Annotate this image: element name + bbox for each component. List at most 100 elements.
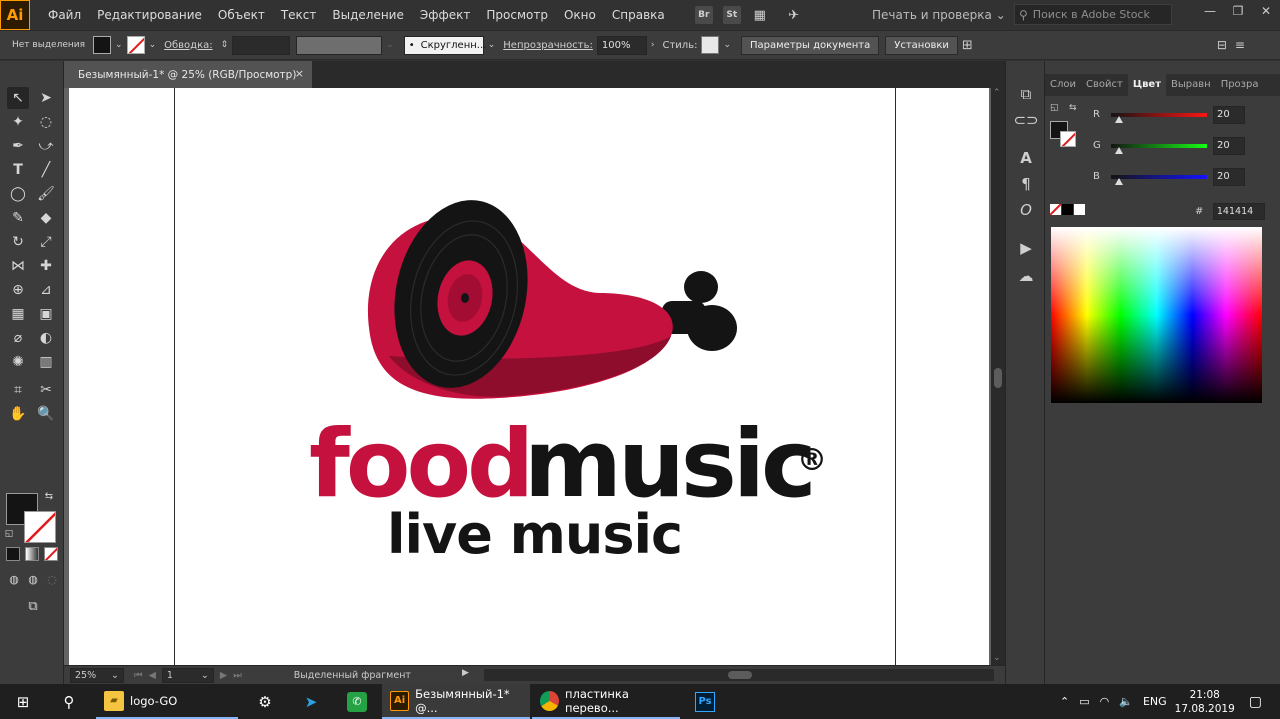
- black-swatch[interactable]: [1062, 204, 1073, 215]
- stroke-swatch[interactable]: [126, 36, 145, 54]
- photoshop-icon[interactable]: Ps: [682, 684, 728, 719]
- tab-align[interactable]: Выравн: [1166, 74, 1216, 96]
- blue-thumb[interactable]: [1115, 178, 1123, 185]
- canvas-area[interactable]: food music ® live music: [64, 88, 991, 665]
- green-track[interactable]: [1111, 144, 1207, 148]
- none-mode-icon[interactable]: [44, 547, 58, 561]
- vertical-scrollbar[interactable]: ⌃ ⌄: [991, 88, 1005, 665]
- clock[interactable]: 21:08 17.08.2019: [1175, 688, 1235, 716]
- pen-tool-icon[interactable]: ✒: [7, 135, 29, 157]
- direct-selection-tool-icon[interactable]: ➤: [35, 87, 57, 109]
- links-panel-icon[interactable]: ⊂⊃: [1013, 109, 1038, 131]
- draw-behind-icon[interactable]: ◍: [25, 571, 41, 587]
- chevron-down-icon[interactable]: ⌄: [149, 40, 157, 50]
- preferences-button[interactable]: Установки: [885, 35, 958, 55]
- white-swatch[interactable]: [1074, 204, 1085, 215]
- width-tool-icon[interactable]: ⋈: [7, 255, 29, 277]
- align-icon[interactable]: ⊟: [1217, 38, 1227, 52]
- artboard-tool-icon[interactable]: ⌗: [7, 379, 29, 401]
- taskbar-app-chrome[interactable]: пластинка перево...: [532, 684, 680, 719]
- character-panel-icon[interactable]: A: [1015, 147, 1037, 169]
- draw-inside-icon[interactable]: ◌: [44, 571, 60, 587]
- chevron-right-icon[interactable]: ›: [651, 40, 655, 50]
- search-icon[interactable]: ⚲: [46, 684, 92, 719]
- fill-swatch[interactable]: [93, 36, 112, 54]
- hand-tool-icon[interactable]: ✋: [7, 403, 29, 425]
- red-slider[interactable]: R 20: [1093, 106, 1280, 126]
- status-menu-icon[interactable]: ▶: [462, 668, 469, 678]
- paragraph-panel-icon[interactable]: ¶: [1015, 173, 1037, 195]
- menu-file[interactable]: Файл: [40, 0, 89, 30]
- menu-object[interactable]: Объект: [210, 0, 273, 30]
- minimize-icon[interactable]: —: [1196, 0, 1224, 22]
- chevron-down-icon[interactable]: ⌄: [115, 40, 123, 50]
- chevron-up-icon[interactable]: ⌃: [1060, 695, 1069, 708]
- next-artboard-icon[interactable]: ▶: [220, 670, 227, 681]
- whatsapp-icon[interactable]: ✆: [334, 684, 380, 719]
- chevron-down-icon[interactable]: ⌄: [723, 40, 731, 50]
- opacity-label[interactable]: Непрозрачность:: [503, 40, 593, 51]
- menu-text[interactable]: Текст: [273, 0, 325, 30]
- libraries-panel-icon[interactable]: ☁: [1015, 265, 1037, 287]
- eraser-tool-icon[interactable]: ◆: [35, 207, 57, 229]
- arrange-documents-icon[interactable]: ▦: [751, 6, 769, 24]
- stroke-stepper[interactable]: ⇕: [221, 40, 229, 50]
- shape-builder-tool-icon[interactable]: ⊕: [7, 279, 29, 301]
- document-setup-button[interactable]: Параметры документа: [741, 35, 880, 55]
- ham-record-logo[interactable]: [69, 88, 989, 665]
- perspective-grid-tool-icon[interactable]: ⊿: [35, 279, 57, 301]
- bridge-button[interactable]: Br: [694, 6, 713, 24]
- artboard-field[interactable]: 1 ⌄: [161, 667, 214, 683]
- actions-panel-icon[interactable]: ▶: [1015, 237, 1037, 259]
- last-artboard-icon[interactable]: ⏭: [233, 670, 242, 681]
- workspace-switcher[interactable]: Печать и проверка ⌄: [872, 0, 1006, 30]
- scroll-up-icon[interactable]: ⌃: [993, 88, 1001, 98]
- horizontal-scrollbar[interactable]: [484, 669, 994, 681]
- line-tool-icon[interactable]: ╱: [35, 159, 57, 181]
- logo-text-food[interactable]: food: [309, 418, 534, 512]
- selection-tool-icon[interactable]: ↖: [7, 87, 29, 109]
- slice-tool-icon[interactable]: ✂: [35, 379, 57, 401]
- stroke-weight-field[interactable]: [232, 35, 291, 55]
- blue-value-field[interactable]: 20: [1213, 168, 1245, 186]
- menu-select[interactable]: Выделение: [324, 0, 411, 30]
- paintbrush-tool-icon[interactable]: 🖌: [35, 183, 57, 205]
- curvature-tool-icon[interactable]: ⤻: [35, 135, 57, 157]
- language-indicator[interactable]: ENG: [1143, 695, 1167, 708]
- symbol-sprayer-tool-icon[interactable]: ✺: [7, 351, 29, 373]
- first-artboard-icon[interactable]: ⏮: [134, 670, 143, 681]
- gradient-mode-icon[interactable]: [25, 547, 39, 561]
- scroll-down-icon[interactable]: ⌄: [993, 653, 1001, 663]
- battery-icon[interactable]: ▭: [1079, 695, 1089, 708]
- arrange-icon[interactable]: ⊞: [962, 38, 973, 53]
- blue-slider[interactable]: B 20: [1093, 168, 1280, 188]
- document-tab[interactable]: Безымянный-1* @ 25% (RGB/Просмотр) ×: [64, 61, 312, 88]
- stock-button[interactable]: St: [722, 6, 741, 24]
- close-icon[interactable]: ✕: [1252, 0, 1280, 22]
- menu-effect[interactable]: Эффект: [412, 0, 479, 30]
- previous-artboard-icon[interactable]: ◀: [149, 670, 156, 681]
- blue-track[interactable]: [1111, 175, 1207, 179]
- variable-width-field[interactable]: [296, 35, 383, 55]
- red-thumb[interactable]: [1115, 116, 1123, 123]
- ellipse-tool-icon[interactable]: ◯: [7, 183, 29, 205]
- close-tab-icon[interactable]: ×: [295, 67, 304, 80]
- vertical-scroll-thumb[interactable]: [994, 368, 1002, 388]
- type-tool-icon[interactable]: T: [7, 159, 29, 181]
- windows-start-icon[interactable]: ⊞: [0, 684, 46, 719]
- eyedropper-tool-icon[interactable]: ⌀: [7, 327, 29, 349]
- artboards-panel-icon[interactable]: ⧉: [1015, 83, 1037, 105]
- menu-view[interactable]: Просмотр: [478, 0, 556, 30]
- menu-edit[interactable]: Редактирование: [89, 0, 210, 30]
- green-value-field[interactable]: 20: [1213, 137, 1245, 155]
- stroke-label[interactable]: Обводка:: [164, 40, 213, 51]
- opacity-field[interactable]: 100%: [596, 35, 647, 55]
- color-spectrum[interactable]: [1051, 227, 1262, 403]
- draw-normal-icon[interactable]: ◍: [6, 571, 22, 587]
- lasso-tool-icon[interactable]: ◌: [35, 111, 57, 133]
- horizontal-scroll-thumb[interactable]: [728, 671, 752, 679]
- swap-fill-stroke-icon[interactable]: ⇆: [42, 489, 56, 503]
- none-swatch[interactable]: [1050, 204, 1061, 215]
- default-colors-icon[interactable]: ◱: [2, 527, 16, 541]
- logo-tagline[interactable]: live music: [387, 508, 683, 562]
